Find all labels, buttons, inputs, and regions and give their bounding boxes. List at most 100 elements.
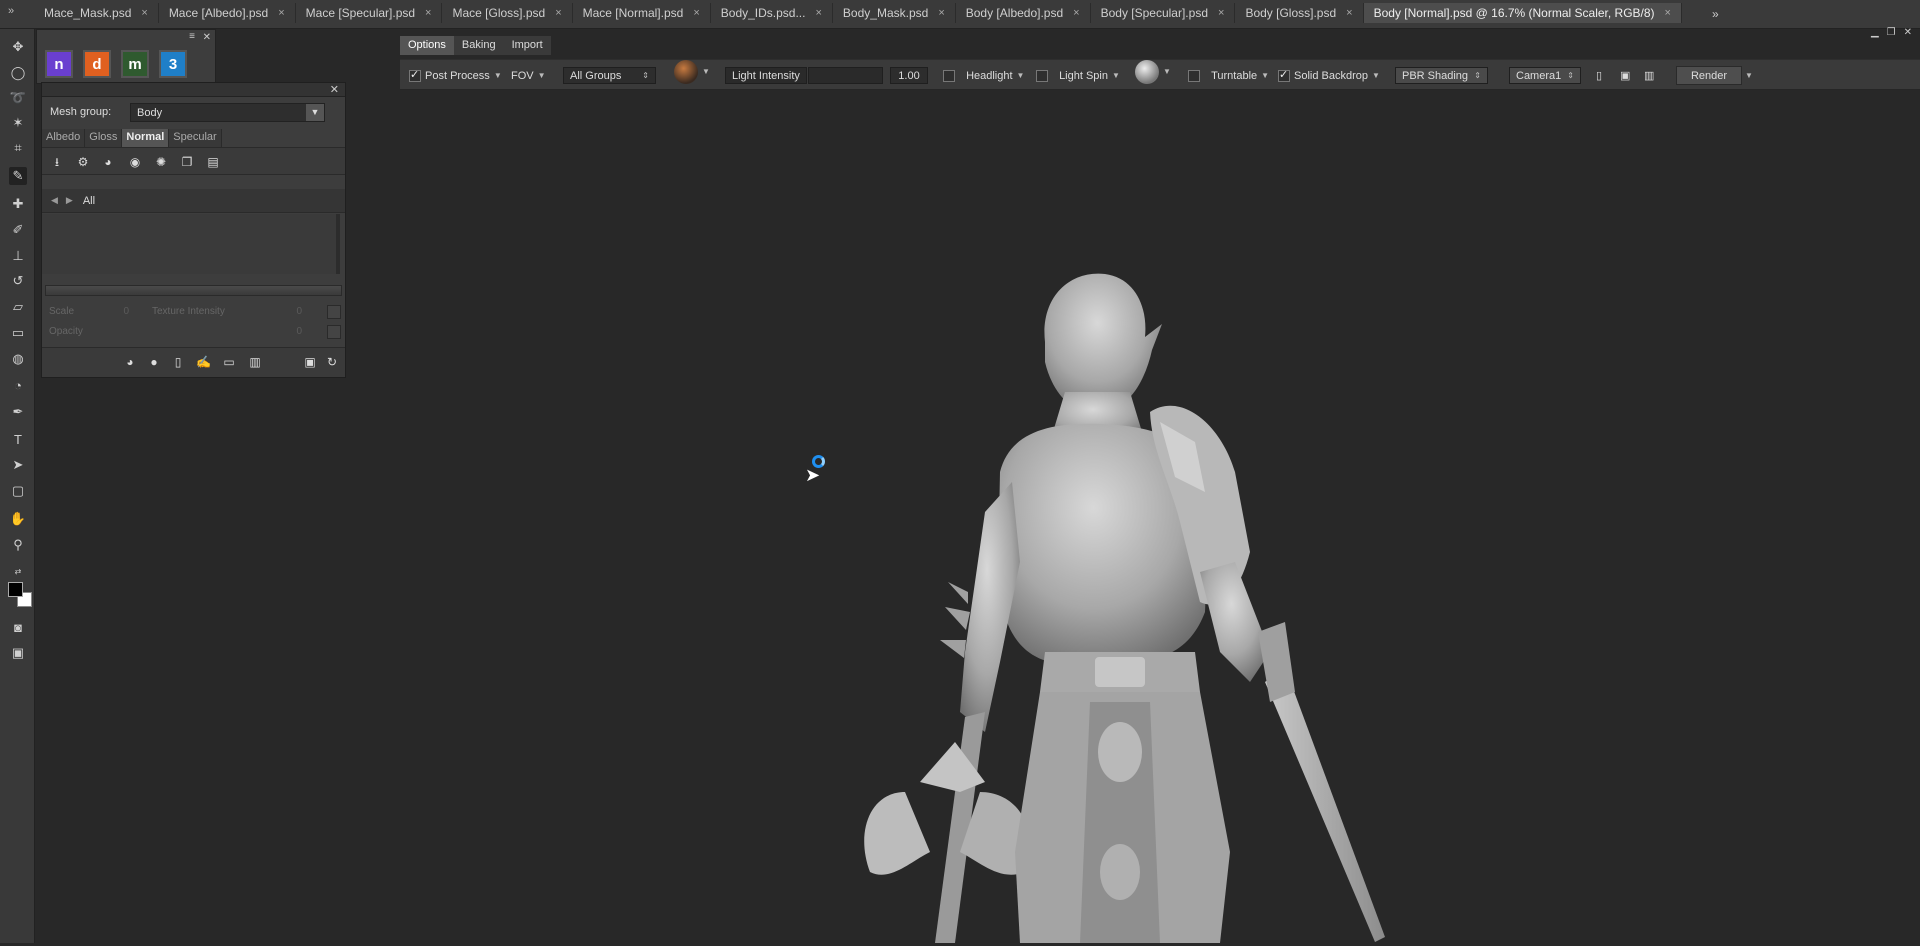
sphere-icon[interactable]: ● bbox=[147, 355, 161, 369]
close-tab-icon[interactable]: × bbox=[938, 7, 944, 19]
tree-row-all[interactable]: ◀ ▶ All bbox=[42, 189, 345, 213]
shape-tool-icon[interactable]: ▢ bbox=[9, 482, 27, 500]
render-button[interactable]: Render bbox=[1676, 66, 1742, 85]
plugin-button[interactable]: 3 bbox=[159, 50, 187, 78]
light-spin-toggle[interactable]: Light Spin ▼ bbox=[1036, 67, 1120, 84]
crop-tool-icon[interactable]: ⌗ bbox=[9, 139, 27, 157]
close-icon[interactable]: ✕ bbox=[203, 32, 211, 43]
sphere-add-icon[interactable]: ◉ bbox=[128, 155, 142, 169]
tab-import[interactable]: Import bbox=[504, 36, 551, 55]
path-selection-tool-icon[interactable]: ➤ bbox=[9, 456, 27, 474]
copy-icon[interactable]: ❐ bbox=[180, 155, 194, 169]
plugin-button[interactable]: d bbox=[83, 50, 111, 78]
texture-intensity-toggle[interactable] bbox=[327, 305, 341, 319]
trash-icon[interactable]: ▥ bbox=[248, 355, 262, 369]
document-tab[interactable]: Mace_Mask.psd × bbox=[34, 3, 159, 23]
move-tool-icon[interactable]: ✥ bbox=[9, 38, 27, 56]
material-ball-icon[interactable]: ◕ bbox=[123, 355, 137, 369]
magic-wand-tool-icon[interactable]: ✶ bbox=[9, 114, 27, 132]
minimize-icon[interactable]: ▁ bbox=[1871, 27, 1879, 38]
fov-dropdown[interactable]: FOV ▼ bbox=[511, 67, 546, 84]
close-tab-icon[interactable]: × bbox=[141, 7, 147, 19]
post-process-toggle[interactable]: Post Process▼ bbox=[409, 67, 502, 84]
material-icon[interactable]: ◕ bbox=[101, 155, 115, 169]
headlight-toggle[interactable]: Headlight ▼ bbox=[943, 67, 1024, 84]
brush-tool-icon[interactable]: ✐ bbox=[9, 221, 27, 239]
environment-ball-button[interactable]: ▼ bbox=[674, 59, 710, 84]
document-tab[interactable]: Body_Mask.psd × bbox=[833, 3, 956, 23]
gradient-tool-icon[interactable]: ▭ bbox=[9, 324, 27, 342]
tab-options[interactable]: Options bbox=[400, 36, 454, 55]
history-brush-tool-icon[interactable]: ↺ bbox=[9, 272, 27, 290]
map-tab-normal[interactable]: Normal bbox=[122, 129, 170, 147]
close-tab-icon[interactable]: × bbox=[1073, 7, 1079, 19]
plugin-button[interactable]: m bbox=[121, 50, 149, 78]
expand-left-icon[interactable]: ◀ bbox=[51, 195, 58, 206]
close-tab-icon[interactable]: × bbox=[815, 7, 821, 19]
hand-tool-icon[interactable]: ✋ bbox=[9, 510, 27, 528]
close-icon[interactable]: ✕ bbox=[1904, 27, 1912, 38]
brush-sphere-icon[interactable]: ✺ bbox=[154, 155, 168, 169]
save-camera-icon[interactable]: ▣ bbox=[1620, 67, 1630, 84]
layers-icon[interactable]: ▤ bbox=[206, 155, 220, 169]
healing-brush-tool-icon[interactable]: ✚ bbox=[9, 195, 27, 213]
document-tab[interactable]: Mace [Specular].psd × bbox=[296, 3, 443, 23]
swap-colors-icon[interactable]: ⇄ bbox=[9, 562, 27, 580]
scale-field[interactable]: Scale 0 bbox=[49, 306, 129, 322]
map-tab-albedo[interactable]: Albedo bbox=[42, 129, 86, 147]
document-tab[interactable]: Mace [Albedo].psd × bbox=[159, 3, 296, 23]
screen-mode-icon[interactable]: ▣ bbox=[9, 644, 27, 662]
document-tab[interactable]: Body [Gloss].psd × bbox=[1235, 3, 1364, 23]
light-intensity-slider[interactable] bbox=[808, 67, 883, 84]
close-tab-icon[interactable]: × bbox=[1218, 7, 1224, 19]
marquee-tool-icon[interactable]: ◯ bbox=[9, 64, 27, 82]
tab-baking[interactable]: Baking bbox=[454, 36, 504, 55]
groups-select[interactable]: All Groups ⇕ bbox=[563, 67, 656, 84]
save-icon[interactable]: ▣ bbox=[303, 355, 317, 369]
turntable-toggle[interactable]: Turntable ▼ bbox=[1188, 67, 1269, 84]
eraser-tool-icon[interactable]: ▱ bbox=[9, 298, 27, 316]
light-intensity-input[interactable]: 1.00 bbox=[890, 67, 928, 84]
map-tab-specular[interactable]: Specular bbox=[169, 129, 222, 147]
material-list[interactable] bbox=[42, 214, 340, 274]
type-tool-icon[interactable]: T bbox=[9, 430, 27, 448]
close-tab-icon[interactable]: × bbox=[1346, 7, 1352, 19]
clone-stamp-tool-icon[interactable]: ⊥ bbox=[9, 247, 27, 265]
pen-tool-icon[interactable]: ✒ bbox=[9, 403, 27, 421]
map-tab-gloss[interactable]: Gloss bbox=[85, 129, 123, 147]
render-options-dropdown[interactable]: ▼ bbox=[1745, 67, 1753, 84]
document-tab[interactable]: Body [Specular].psd × bbox=[1091, 3, 1236, 23]
eyedropper-tool-icon[interactable]: ✎ bbox=[9, 167, 27, 185]
tab-overflow-button[interactable]: » bbox=[1712, 7, 1719, 21]
delete-camera-icon[interactable]: ▥ bbox=[1644, 67, 1654, 84]
new-camera-icon[interactable]: ▯ bbox=[1596, 67, 1602, 84]
blur-tool-icon[interactable]: ◍ bbox=[9, 350, 27, 368]
camera-select[interactable]: Camera1 ⇕ bbox=[1509, 67, 1581, 84]
solid-backdrop-toggle[interactable]: Solid Backdrop▼ bbox=[1278, 67, 1380, 84]
document-tab[interactable]: Mace [Normal].psd × bbox=[573, 3, 711, 23]
opacity-field[interactable]: Opacity 0 bbox=[49, 326, 302, 342]
intensity-slider[interactable] bbox=[45, 285, 342, 296]
new-document-icon[interactable]: ▯ bbox=[171, 355, 185, 369]
lasso-tool-icon[interactable]: ➰ bbox=[9, 89, 27, 107]
document-tab[interactable]: Body [Normal].psd @ 16.7% (Normal Scaler… bbox=[1363, 3, 1682, 23]
download-icon[interactable]: ⭳ bbox=[50, 155, 64, 169]
texture-intensity-field[interactable]: Texture Intensity 0 bbox=[152, 306, 302, 322]
zoom-tool-icon[interactable]: ⚲ bbox=[9, 536, 27, 554]
shading-ball-button[interactable]: ▼ bbox=[1135, 59, 1171, 84]
3d-viewport[interactable]: ➤ bbox=[400, 92, 1920, 943]
expand-right-icon[interactable]: ▶ bbox=[66, 195, 73, 206]
foreground-color-swatch[interactable] bbox=[8, 582, 23, 597]
opacity-toggle[interactable] bbox=[327, 325, 341, 339]
close-tab-icon[interactable]: × bbox=[555, 7, 561, 19]
folder-icon[interactable]: ▭ bbox=[222, 355, 236, 369]
panel-menu-icon[interactable]: ≡ bbox=[189, 31, 195, 42]
close-tab-icon[interactable]: × bbox=[278, 7, 284, 19]
dodge-tool-icon[interactable]: ◔ bbox=[9, 376, 27, 394]
close-tab-icon[interactable]: × bbox=[1665, 7, 1671, 19]
brush-icon[interactable]: ✍ bbox=[196, 355, 211, 369]
document-tab[interactable]: Mace [Gloss].psd × bbox=[442, 3, 573, 23]
plugin-button[interactable]: n bbox=[45, 50, 73, 78]
settings-sphere-icon[interactable]: ⚙ bbox=[76, 155, 90, 169]
mesh-group-select[interactable]: Body ▼ bbox=[130, 102, 325, 122]
